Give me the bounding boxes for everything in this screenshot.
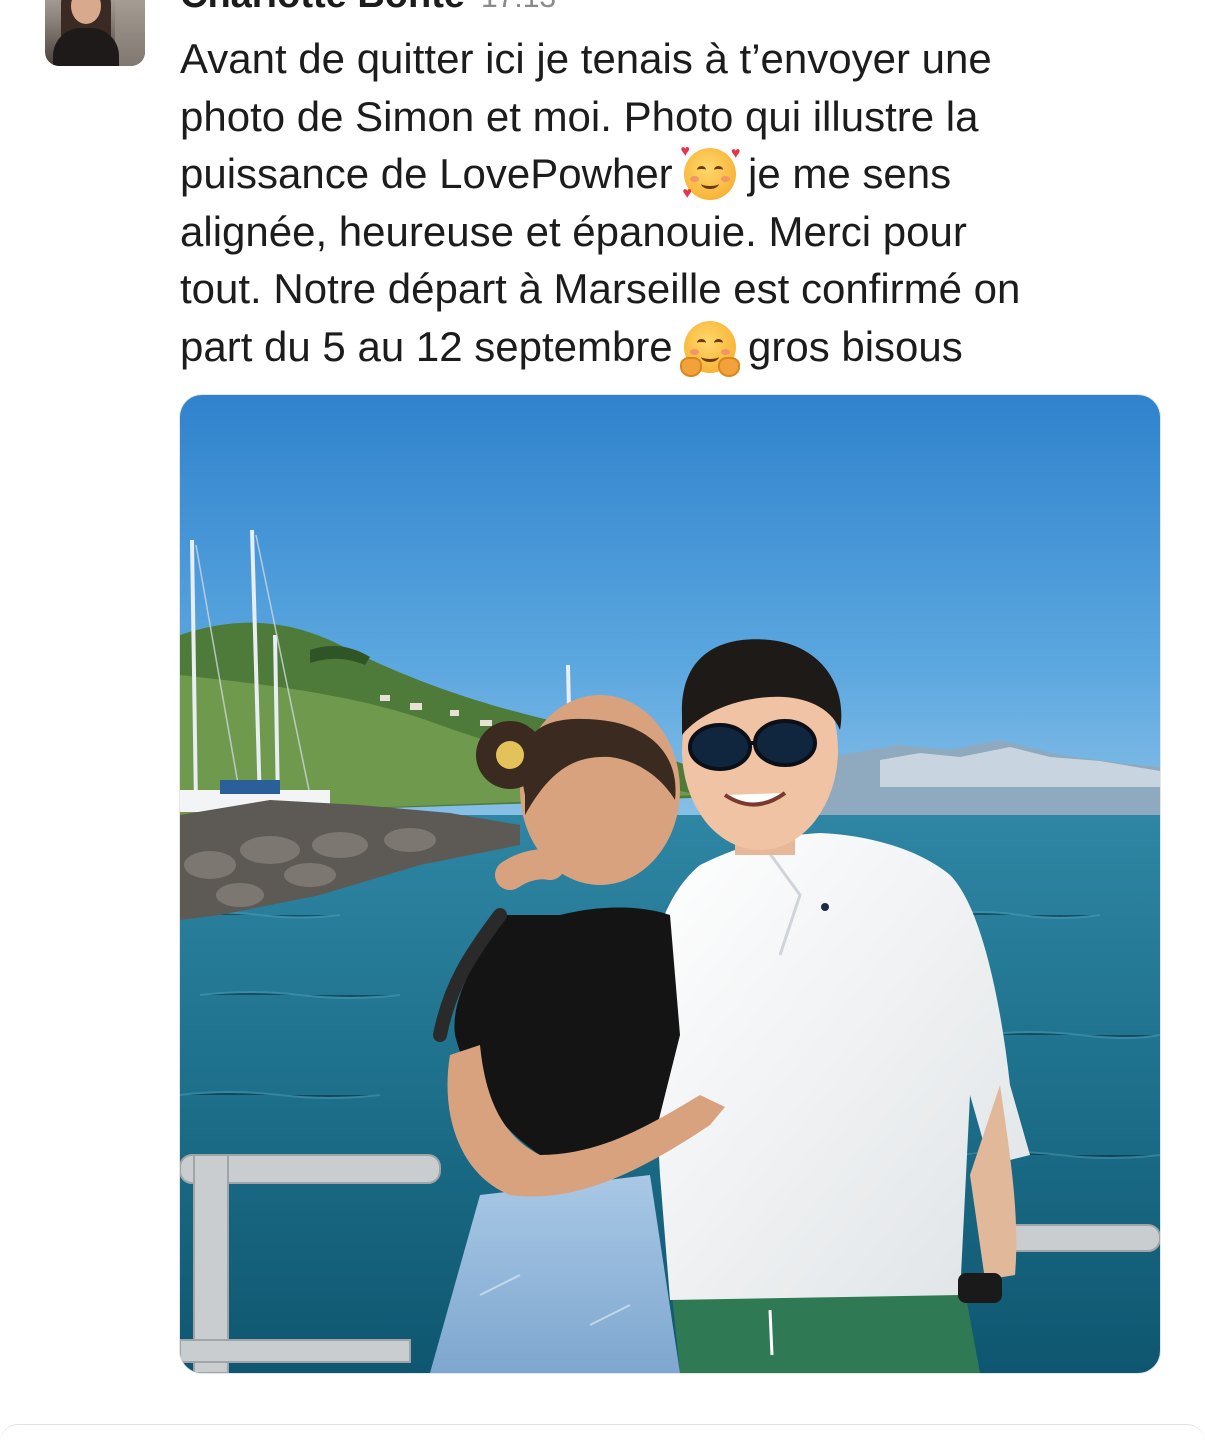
message-text: gros bisous: [736, 322, 963, 370]
message-text: je me sens: [736, 150, 952, 197]
hugging-face-icon: [680, 320, 741, 377]
message-header: Charlotte Bonte 17:13: [180, 0, 556, 17]
message-line: tout. Notre départ à Marseille est confi…: [180, 265, 1021, 312]
message-line: photo de Simon et moi. Photo qui illustr…: [180, 92, 979, 140]
message-timestamp[interactable]: 17:13: [481, 0, 556, 15]
message-view: Charlotte Bonte 17:13 Avant de quitter i…: [0, 0, 1205, 1440]
photo-attachment[interactable]: [180, 395, 1160, 1373]
message-line: Avant de quitter ici je tenais à t’envoy…: [180, 35, 992, 82]
avatar[interactable]: [45, 0, 145, 66]
message-text: part du 5 au 12 septembre: [180, 322, 685, 370]
message-line: puissance de LovePowher ♥ ♥ ♥ je me sens: [180, 143, 1160, 203]
message-line: alignée, heureuse et épanouie. Merci pou…: [180, 207, 967, 255]
sender-name[interactable]: Charlotte Bonte: [180, 0, 465, 17]
smiling-face-with-hearts-icon: ♥ ♥ ♥: [680, 143, 741, 202]
message-text: puissance de LovePowher: [180, 150, 685, 197]
message-line: part du 5 au 12 septembre gros bisous: [180, 318, 1160, 377]
message-body: Avant de quitter ici je tenais à t’envoy…: [180, 30, 1160, 377]
message-composer[interactable]: [0, 1424, 1205, 1440]
